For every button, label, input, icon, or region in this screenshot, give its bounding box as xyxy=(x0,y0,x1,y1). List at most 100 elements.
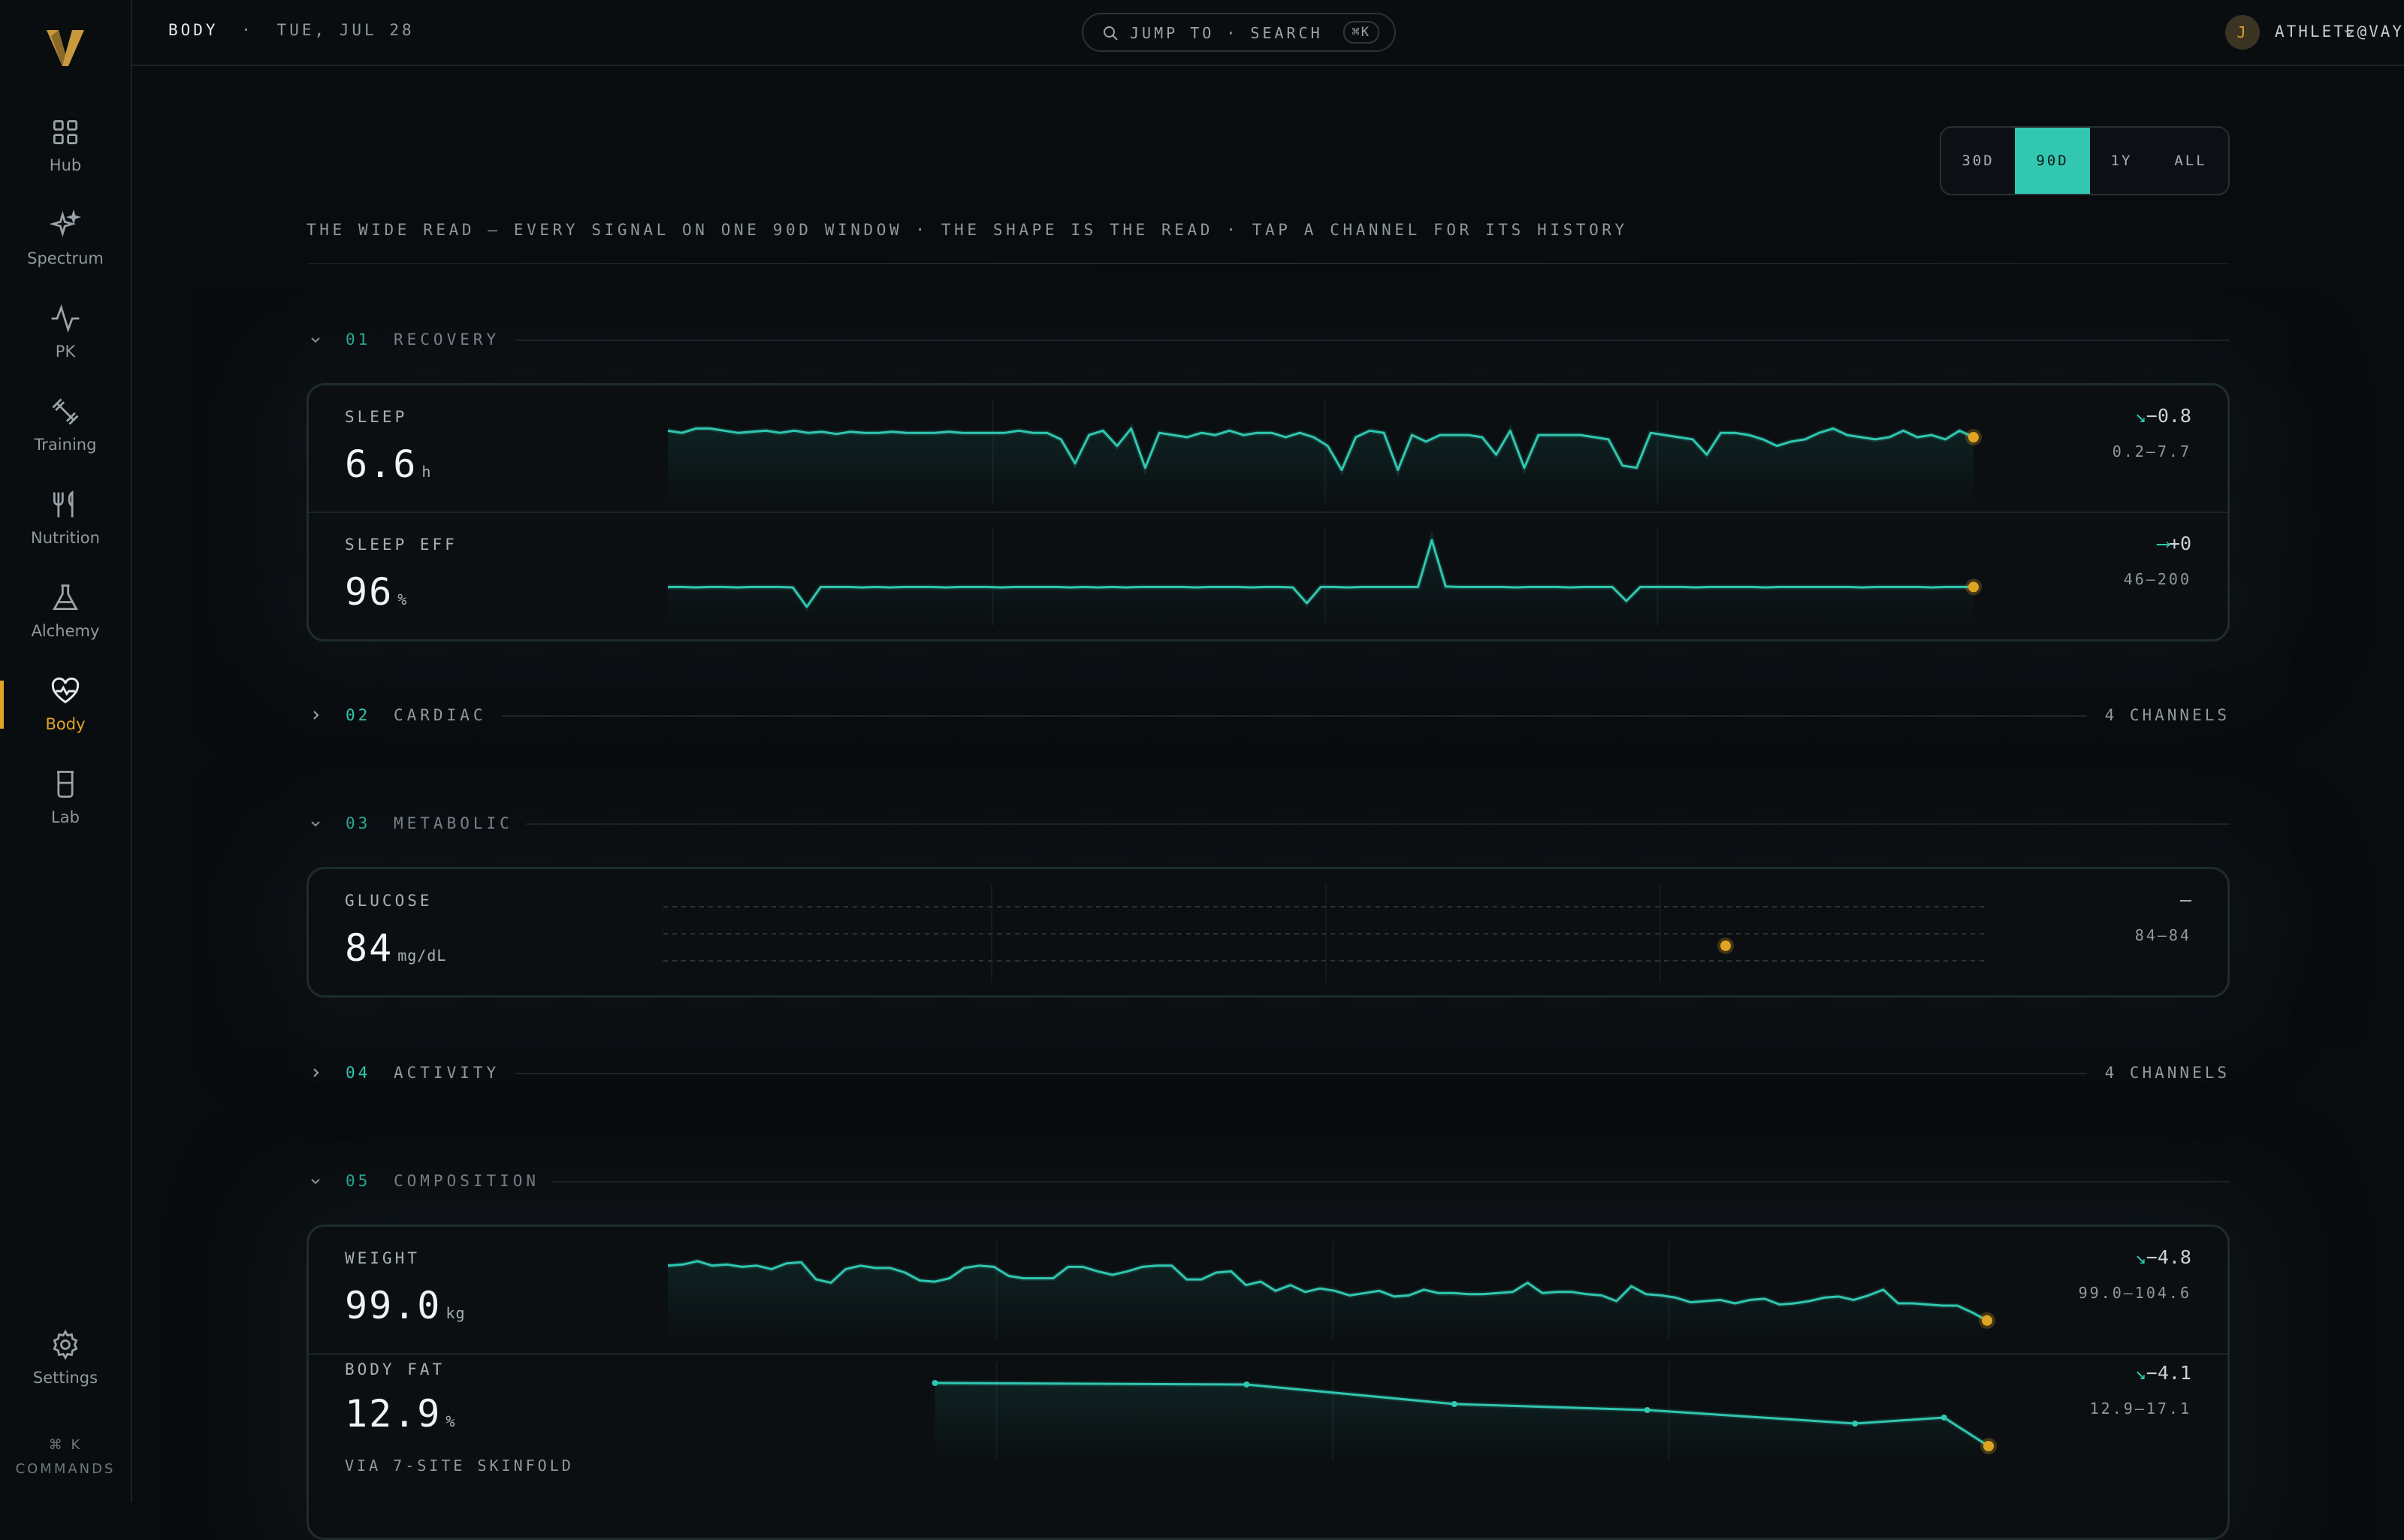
sidebar-item-label: PK xyxy=(55,343,76,361)
section-title: ACTIVITY xyxy=(394,1064,500,1082)
section-title: COMPOSITION xyxy=(394,1172,540,1190)
sidebar-item-training[interactable]: Training xyxy=(0,385,131,467)
range-option-1y[interactable]: 1Y xyxy=(2090,128,2153,194)
range-option-30d[interactable]: 30D xyxy=(1941,128,2015,194)
sparkline-sleep-eff xyxy=(668,528,1982,626)
commands-button[interactable]: ⌘ K COMMANDS xyxy=(0,1433,131,1481)
latest-marker xyxy=(1983,1441,1994,1451)
latest-marker xyxy=(1968,581,1979,593)
data-point xyxy=(932,1380,938,1386)
dumbbell-icon xyxy=(52,398,79,425)
pulse-icon xyxy=(51,304,80,333)
section-number: 05 xyxy=(346,1172,371,1190)
glucose-chart xyxy=(663,884,1989,982)
breadcrumb-section[interactable]: BODY xyxy=(168,21,219,39)
metric-value: 99.0 kg xyxy=(345,1284,466,1327)
sparkline-weight xyxy=(667,1242,1995,1339)
section-header-recovery[interactable]: 01 RECOVERY xyxy=(307,325,2230,355)
metric-delta: ↘−4.8 xyxy=(2134,1246,2191,1268)
sidebar-item-nutrition[interactable]: Nutrition xyxy=(0,478,131,560)
sidebar-item-lab[interactable]: Lab xyxy=(0,757,131,840)
sidebar: Hub Spectrum PK Training Nutrition Alche… xyxy=(0,0,132,1502)
metric-delta: ↘−4.1 xyxy=(2134,1362,2191,1384)
metric-unit: mg/dL xyxy=(397,947,447,965)
beaker-icon xyxy=(57,771,74,798)
chevron-down-icon[interactable] xyxy=(2341,24,2357,41)
sidebar-item-body[interactable]: Body xyxy=(0,664,131,747)
metric-range: 12.9–17.1 xyxy=(2089,1400,2191,1418)
sidebar-item-pk[interactable]: PK xyxy=(0,291,131,374)
metric-label: SLEEP xyxy=(345,408,408,426)
section-rule xyxy=(515,340,2230,341)
breadcrumb-date: TUE, JUL 28 xyxy=(276,21,415,39)
metric-value: 96% xyxy=(345,570,408,614)
commands-shortcut: ⌘ K xyxy=(48,1437,83,1453)
commands-label: COMMANDS xyxy=(15,1461,116,1477)
metric-row-sleep-eff[interactable]: SLEEP EFF 96% ⟶+0 46–200 xyxy=(309,512,2227,641)
grid-icon xyxy=(53,119,78,145)
section-rule xyxy=(502,715,2230,717)
metric-delta: ↘−0.8 xyxy=(2134,405,2191,427)
metric-value: 6.6 h xyxy=(345,442,432,486)
sidebar-item-label: Lab xyxy=(51,808,80,826)
range-option-all[interactable]: ALL xyxy=(2153,128,2228,194)
gear-icon xyxy=(53,1329,78,1360)
metric-row-sleep[interactable]: SLEEP 6.6 h ↘−0.8 0.2–7.7 xyxy=(309,385,2227,512)
sparkline-area xyxy=(668,1261,1987,1339)
user-email: ATHLETE@VAYL.PRO xyxy=(2275,23,2404,41)
section-header-cardiac[interactable]: 02 CARDIAC 4 CHANNELS xyxy=(307,700,2230,730)
avatar: J xyxy=(2225,15,2260,50)
sidebar-item-label: Hub xyxy=(49,156,82,174)
metric-unit: kg xyxy=(445,1304,466,1322)
metric-unit: h xyxy=(421,463,432,481)
chevron-down-icon xyxy=(311,821,320,827)
data-point xyxy=(1852,1421,1859,1427)
flask-icon xyxy=(53,584,78,611)
metric-label: GLUCOSE xyxy=(345,892,433,910)
data-point xyxy=(1940,1415,1947,1421)
chevron-down-icon xyxy=(311,1179,320,1185)
section-header-metabolic[interactable]: 03 METABOLIC xyxy=(307,808,2230,838)
section-channel-count: 4 CHANNELS xyxy=(2086,706,2230,724)
card-composition: WEIGHT 99.0 kg ↘−4.8 99.0–104.6 BODY FAT … xyxy=(307,1224,2230,1540)
chevron-down-icon xyxy=(311,337,320,343)
section-channel-count: 4 CHANNELS xyxy=(2086,1064,2230,1082)
metric-row-body-fat[interactable]: BODY FAT 12.9% VIA 7-SITE SKINFOLD ↘−4.1… xyxy=(309,1353,2227,1482)
section-title: RECOVERY xyxy=(394,331,500,349)
latest-marker xyxy=(1968,432,1979,443)
section-header-composition[interactable]: 05 COMPOSITION xyxy=(307,1166,2230,1196)
page-subtitle: THE WIDE READ — EVERY SIGNAL ON ONE 90D … xyxy=(307,221,1628,239)
vayl-logo[interactable] xyxy=(44,26,87,69)
topbar: BODY · TUE, JUL 28 JUMP TO · SEARCH ⌘K J… xyxy=(132,0,2404,66)
section-number: 04 xyxy=(346,1064,371,1082)
metric-label: WEIGHT xyxy=(345,1249,420,1267)
metric-range: 46–200 xyxy=(2123,570,2191,588)
section-number: 01 xyxy=(346,331,371,349)
metric-row-weight[interactable]: WEIGHT 99.0 kg ↘−4.8 99.0–104.6 xyxy=(309,1227,2227,1353)
metric-note: VIA 7-SITE SKINFOLD xyxy=(345,1457,574,1475)
section-header-activity[interactable]: 04 ACTIVITY 4 CHANNELS xyxy=(307,1058,2230,1088)
sidebar-item-hub[interactable]: Hub xyxy=(0,105,131,188)
metric-delta: — xyxy=(2179,889,2191,910)
sidebar-item-settings[interactable]: Settings xyxy=(0,1318,131,1400)
sparkline-area xyxy=(668,540,1974,626)
search-input[interactable]: JUMP TO · SEARCH ⌘K xyxy=(1082,13,1396,52)
sidebar-item-label: Body xyxy=(45,715,86,733)
sidebar-item-spectrum[interactable]: Spectrum xyxy=(0,198,131,281)
breadcrumb: BODY · TUE, JUL 28 xyxy=(168,21,415,39)
settings-label: Settings xyxy=(32,1369,98,1387)
sidebar-item-label: Nutrition xyxy=(31,529,100,547)
sidebar-item-alchemy[interactable]: Alchemy xyxy=(0,571,131,654)
card-metabolic: GLUCOSE 84 mg/dL — 84–84 xyxy=(307,867,2230,998)
heart-pulse-icon xyxy=(51,677,80,704)
metric-row-glucose[interactable]: GLUCOSE 84 mg/dL — 84–84 xyxy=(309,869,2227,995)
sparkle-icon xyxy=(49,209,82,237)
range-selector: 30D 90D 1Y ALL xyxy=(1940,126,2230,195)
sidebar-item-label: Spectrum xyxy=(27,249,104,267)
range-option-90d[interactable]: 90D xyxy=(2015,128,2090,194)
metric-range: 99.0–104.6 xyxy=(2078,1284,2191,1302)
section-number: 03 xyxy=(346,814,371,832)
chevron-right-icon xyxy=(313,1068,319,1077)
search-icon xyxy=(1104,26,1118,41)
data-point xyxy=(1451,1401,1457,1407)
